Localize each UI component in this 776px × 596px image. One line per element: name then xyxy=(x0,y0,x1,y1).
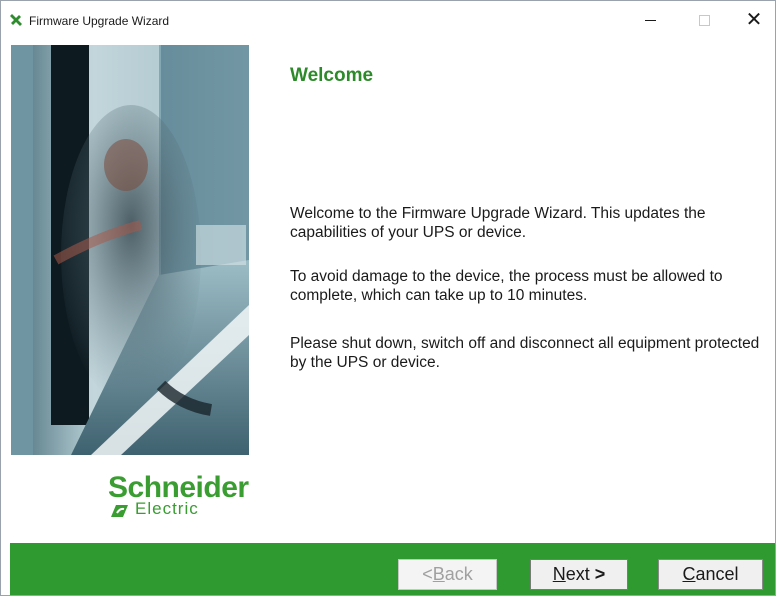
back-button[interactable]: < Back xyxy=(398,559,497,590)
cancel-button[interactable]: Cancel xyxy=(658,559,763,590)
maximize-button[interactable] xyxy=(681,5,727,35)
corridor-photo xyxy=(11,45,249,455)
warning-paragraph: To avoid damage to the device, the proce… xyxy=(290,268,723,304)
minimize-button[interactable] xyxy=(627,5,673,35)
brand-mark-icon xyxy=(111,505,128,517)
tools-icon xyxy=(10,14,22,26)
back-button-prefix: < xyxy=(422,564,433,584)
title-bar: Firmware Upgrade Wizard ✕ xyxy=(1,1,775,37)
logo-sub-text: Electric xyxy=(135,499,199,518)
cancel-button-label: ancel xyxy=(695,564,739,584)
intro-paragraph: Welcome to the Firmware Upgrade Wizard. … xyxy=(290,205,706,241)
wizard-side-image xyxy=(11,45,249,455)
close-button[interactable]: ✕ xyxy=(731,5,775,35)
maximize-icon xyxy=(698,14,710,26)
next-arrow-icon: > xyxy=(589,564,606,584)
close-icon: ✕ xyxy=(745,9,763,31)
next-button[interactable]: Next > xyxy=(530,559,628,590)
back-button-label: ack xyxy=(444,564,473,584)
next-button-label: ext xyxy=(565,564,590,584)
back-button-mnemonic: B xyxy=(432,564,445,584)
schneider-electric-logo: Schneider Electric xyxy=(91,471,256,521)
next-button-mnemonic: N xyxy=(552,564,566,584)
cancel-button-mnemonic: C xyxy=(682,564,696,584)
window-title: Firmware Upgrade Wizard xyxy=(29,14,170,28)
page-title: Welcome xyxy=(290,65,374,86)
instruction-paragraph: Please shut down, switch off and disconn… xyxy=(290,335,760,371)
wizard-window: Firmware Upgrade Wizard ✕ Schneider Elec… xyxy=(0,0,776,596)
minimize-icon xyxy=(644,19,656,21)
